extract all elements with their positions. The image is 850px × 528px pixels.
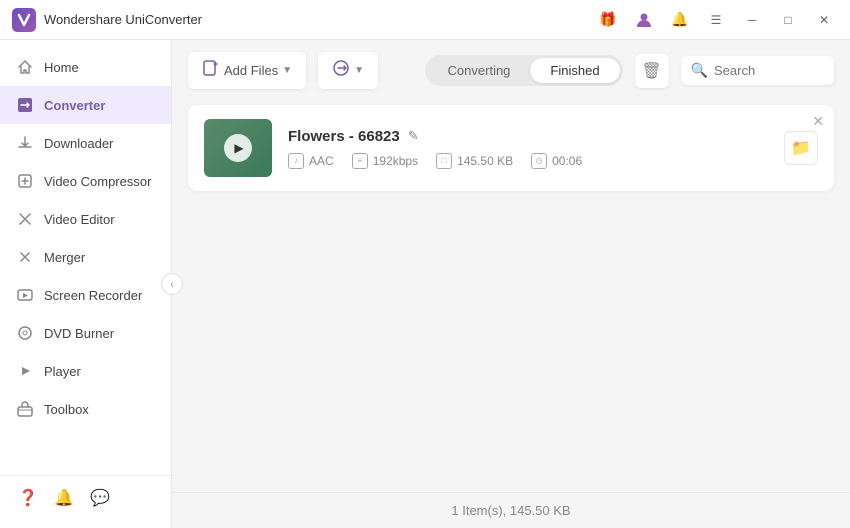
file-edit-icon[interactable]: ✎ [408, 128, 419, 144]
sidebar-label-home: Home [44, 60, 79, 75]
folder-icon: 📁 [791, 138, 811, 158]
add-files-button[interactable]: Add Files ▼ [188, 52, 306, 89]
title-bar-controls: 🎁 🔔 ☰ ─ □ ✕ [594, 6, 838, 34]
feedback-icon[interactable]: 💬 [88, 486, 112, 510]
sidebar-label-merger: Merger [44, 250, 85, 265]
file-bitrate: 192kbps [373, 154, 418, 168]
size-icon: □ [436, 153, 452, 169]
file-name-row: Flowers - 66823 ✎ [288, 128, 768, 145]
bitrate-icon: ≡ [352, 153, 368, 169]
sidebar-item-merger[interactable]: Merger [0, 238, 171, 276]
sidebar-label-toolbox: Toolbox [44, 402, 89, 417]
tab-group: Converting Finished [425, 55, 623, 86]
add-files-chevron: ▼ [282, 65, 292, 76]
home-icon [16, 58, 34, 76]
trash-button[interactable]: 🗑 [635, 54, 669, 88]
sidebar-item-video-editor[interactable]: Video Editor [0, 200, 171, 238]
tab-converting[interactable]: Converting [428, 58, 531, 83]
dvd-burner-icon [16, 324, 34, 342]
content-area: Add Files ▼ ▼ Converting Finished 🗑 [172, 40, 850, 528]
sidebar-item-home[interactable]: Home [0, 48, 171, 86]
file-list: ▶ Flowers - 66823 ✎ ♪ AAC ≡ 19 [172, 101, 850, 492]
video-editor-icon [16, 210, 34, 228]
sidebar-label-player: Player [44, 364, 81, 379]
sidebar-label-screen-recorder: Screen Recorder [44, 288, 142, 303]
file-actions: 📁 [784, 131, 818, 165]
trash-icon: 🗑 [641, 61, 661, 81]
convert-format-chevron: ▼ [354, 65, 364, 76]
sidebar-item-screen-recorder[interactable]: Screen Recorder [0, 276, 171, 314]
sidebar-item-dvd-burner[interactable]: DVD Burner [0, 314, 171, 352]
user-icon[interactable] [630, 6, 658, 34]
tab-finished[interactable]: Finished [530, 58, 619, 83]
sidebar-item-downloader[interactable]: Downloader [0, 124, 171, 162]
convert-format-button[interactable]: ▼ [318, 52, 378, 89]
sidebar-label-video-compressor: Video Compressor [44, 174, 151, 189]
help-icon[interactable]: ❓ [16, 486, 40, 510]
downloader-icon [16, 134, 34, 152]
file-size: 145.50 KB [457, 154, 513, 168]
file-format-item: ♪ AAC [288, 153, 334, 169]
sidebar-item-video-compressor[interactable]: Video Compressor [0, 162, 171, 200]
notifications-bottom-icon[interactable]: 🔔 [52, 486, 76, 510]
sidebar-bottom: ❓ 🔔 💬 [0, 475, 171, 520]
search-box: 🔍 [681, 56, 834, 85]
sidebar-label-dvd-burner: DVD Burner [44, 326, 114, 341]
sidebar-item-toolbox[interactable]: Toolbox [0, 390, 171, 428]
remove-file-button[interactable]: ✕ [812, 113, 824, 130]
gift-icon[interactable]: 🎁 [594, 6, 622, 34]
status-text: 1 Item(s), 145.50 KB [451, 503, 570, 518]
file-bitrate-item: ≡ 192kbps [352, 153, 418, 169]
close-button[interactable]: ✕ [810, 6, 838, 34]
screen-recorder-icon [16, 286, 34, 304]
open-folder-button[interactable]: 📁 [784, 131, 818, 165]
convert-format-icon [332, 59, 350, 82]
file-meta: ♪ AAC ≡ 192kbps □ 145.50 KB ◷ [288, 153, 768, 169]
title-bar: Wondershare UniConverter 🎁 🔔 ☰ ─ □ ✕ [0, 0, 850, 40]
play-button[interactable]: ▶ [224, 134, 252, 162]
sidebar-item-converter[interactable]: Converter [0, 86, 171, 124]
sidebar: Home Converter Downloader Video Compress… [0, 40, 172, 528]
file-size-item: □ 145.50 KB [436, 153, 513, 169]
file-name: Flowers - 66823 [288, 128, 400, 145]
main-container: Home Converter Downloader Video Compress… [0, 40, 850, 528]
file-card: ▶ Flowers - 66823 ✎ ♪ AAC ≡ 19 [188, 105, 834, 191]
bell-icon[interactable]: 🔔 [666, 6, 694, 34]
sidebar-label-converter: Converter [44, 98, 105, 113]
video-compressor-icon [16, 172, 34, 190]
add-file-icon [202, 59, 220, 82]
app-title: Wondershare UniConverter [44, 12, 594, 27]
format-icon: ♪ [288, 153, 304, 169]
file-duration-item: ◷ 00:06 [531, 153, 582, 169]
duration-icon: ◷ [531, 153, 547, 169]
app-logo [12, 8, 36, 32]
sidebar-label-downloader: Downloader [44, 136, 113, 151]
toolbox-icon [16, 400, 34, 418]
search-input[interactable] [714, 63, 824, 78]
file-thumbnail[interactable]: ▶ [204, 119, 272, 177]
file-format: AAC [309, 154, 334, 168]
minimize-button[interactable]: ─ [738, 6, 766, 34]
merger-icon [16, 248, 34, 266]
file-info: Flowers - 66823 ✎ ♪ AAC ≡ 192kbps [288, 128, 768, 169]
search-icon: 🔍 [691, 62, 708, 79]
sidebar-item-player[interactable]: Player [0, 352, 171, 390]
status-bar: 1 Item(s), 145.50 KB [172, 492, 850, 528]
add-files-label: Add Files [224, 63, 278, 78]
sidebar-label-video-editor: Video Editor [44, 212, 115, 227]
file-duration: 00:06 [552, 154, 582, 168]
menu-button[interactable]: ☰ [702, 6, 730, 34]
player-icon [16, 362, 34, 380]
maximize-button[interactable]: □ [774, 6, 802, 34]
toolbar: Add Files ▼ ▼ Converting Finished 🗑 [172, 40, 850, 101]
sidebar-collapse-button[interactable]: ‹ [161, 273, 183, 295]
converter-icon [16, 96, 34, 114]
